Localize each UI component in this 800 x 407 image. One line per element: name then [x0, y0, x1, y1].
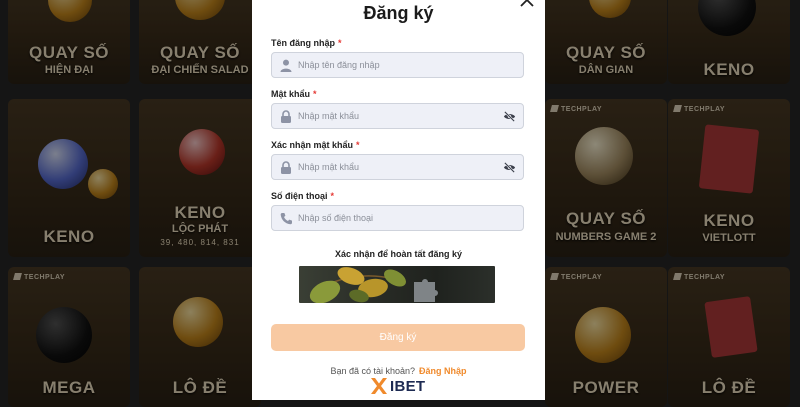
game-tile[interactable]: TECHPLAY POWER: [545, 267, 667, 407]
username-label: Tên đăng nhập *: [271, 38, 342, 48]
game-tile-subtitle: NUMBERS GAME 2: [555, 231, 657, 243]
game-tile-title: POWER: [572, 378, 640, 397]
login-link[interactable]: Đăng Nhập: [419, 366, 467, 376]
techplay-brand: TECHPLAY: [14, 273, 65, 281]
confirm-password-field: [271, 154, 524, 180]
game-tile-subtitle: VIETLOTT: [702, 232, 756, 244]
ball-icon: [48, 0, 92, 22]
game-tile[interactable]: KENO: [668, 0, 790, 84]
phone-field: [271, 205, 524, 231]
game-tile[interactable]: KENO LỘC PHÁT 39, 480, 814, 831: [139, 99, 261, 257]
ball-icon: [173, 297, 223, 347]
ball-icon: [36, 307, 92, 363]
techplay-brand: TECHPLAY: [674, 273, 725, 281]
login-question: Bạn đã có tài khoản?: [330, 366, 416, 376]
confirm-password-label: Xác nhận mật khẩu *: [271, 140, 360, 150]
eye-slash-icon[interactable]: [503, 110, 516, 123]
game-tile[interactable]: LÔ ĐỀ: [139, 267, 261, 407]
game-tile-subtitle: HIỆN ĐẠI: [44, 64, 94, 76]
ball-icon: [88, 169, 118, 199]
phone-label: Số điện thoại *: [271, 191, 335, 201]
ball-icon: [589, 0, 631, 18]
game-tile-title: QUAY SỐ: [565, 43, 647, 62]
game-tile-title: KENO: [174, 203, 226, 222]
required-mark: *: [356, 140, 360, 150]
ball-icon: [179, 129, 225, 175]
game-tile[interactable]: TECHPLAY KENO VIETLOTT: [668, 99, 790, 257]
register-modal: Đăng ký Tên đăng nhập* Mật khẩu* Xác nhậ…: [252, 0, 545, 400]
username-input[interactable]: [298, 53, 498, 77]
game-tile-numbers: 39, 480, 814, 831: [160, 238, 240, 247]
eye-slash-icon[interactable]: [503, 161, 516, 174]
game-tile[interactable]: QUAY SỐ HIỆN ĐẠI: [8, 0, 130, 84]
techplay-brand: TECHPLAY: [551, 105, 602, 113]
game-tile-subtitle: DÂN GIAN: [578, 64, 634, 76]
game-tile-title: LÔ ĐỀ: [172, 378, 228, 397]
phone-input[interactable]: [298, 206, 498, 230]
game-tile-title: QUAY SỐ: [28, 43, 110, 62]
captcha-label: Xác nhận để hoàn tất đăng ký: [334, 249, 463, 259]
username-field: [271, 52, 524, 78]
register-submit-button[interactable]: Đăng ký: [271, 324, 525, 351]
game-tile-title: KENO: [703, 60, 755, 79]
confirm-password-input[interactable]: [298, 155, 498, 179]
ticket-icon: [704, 296, 758, 358]
captcha-image: [309, 267, 438, 303]
ball-icon: [698, 0, 756, 36]
game-tile-title: QUAY SỐ: [159, 43, 241, 62]
ball-icon: [575, 307, 631, 363]
game-tile-title: KENO: [703, 211, 755, 230]
game-tile-subtitle: ĐẠI CHIẾN SALAD: [151, 64, 249, 76]
game-tile[interactable]: TECHPLAY LÔ ĐỀ: [668, 267, 790, 407]
required-mark: *: [338, 38, 342, 48]
game-tile-title: QUAY SỐ: [565, 209, 647, 228]
user-icon: [280, 59, 292, 72]
captcha-puzzle[interactable]: [299, 266, 495, 303]
ticket-icon: [698, 124, 760, 194]
password-label: Mật khẩu *: [271, 89, 317, 99]
modal-title: Đăng ký: [363, 3, 434, 23]
login-prompt: Bạn đã có tài khoản? Đăng Nhập: [252, 366, 545, 376]
ball-icon: [38, 139, 88, 189]
game-tile-title: KENO: [43, 227, 95, 246]
required-mark: *: [330, 191, 335, 201]
game-tile[interactable]: TECHPLAY QUAY SỐ NUMBERS GAME 2: [545, 99, 667, 257]
password-field: [271, 103, 524, 129]
ibet-logo-mark: [371, 378, 387, 394]
techplay-brand: TECHPLAY: [551, 273, 602, 281]
required-mark: *: [313, 89, 317, 99]
ibet-logo: IBET: [370, 377, 425, 395]
game-tile[interactable]: KENO: [8, 99, 130, 257]
password-input[interactable]: [298, 104, 498, 128]
lock-icon: [281, 161, 291, 174]
ball-icon: [575, 127, 633, 185]
game-tile-title: MEGA: [42, 378, 96, 397]
techplay-brand: TECHPLAY: [674, 105, 725, 113]
game-tile-title: LÔ ĐỀ: [701, 378, 757, 397]
game-tile[interactable]: TECHPLAY MEGA: [8, 267, 130, 407]
lock-icon: [281, 110, 291, 123]
game-tile[interactable]: QUAY SỐ ĐẠI CHIẾN SALAD: [139, 0, 261, 84]
game-tile[interactable]: QUAY SỐ DÂN GIAN: [545, 0, 667, 84]
game-tile-subtitle: LỘC PHÁT: [171, 223, 229, 235]
ball-icon: [175, 0, 225, 20]
phone-icon: [280, 213, 292, 225]
logo-text: IBET: [390, 377, 426, 395]
